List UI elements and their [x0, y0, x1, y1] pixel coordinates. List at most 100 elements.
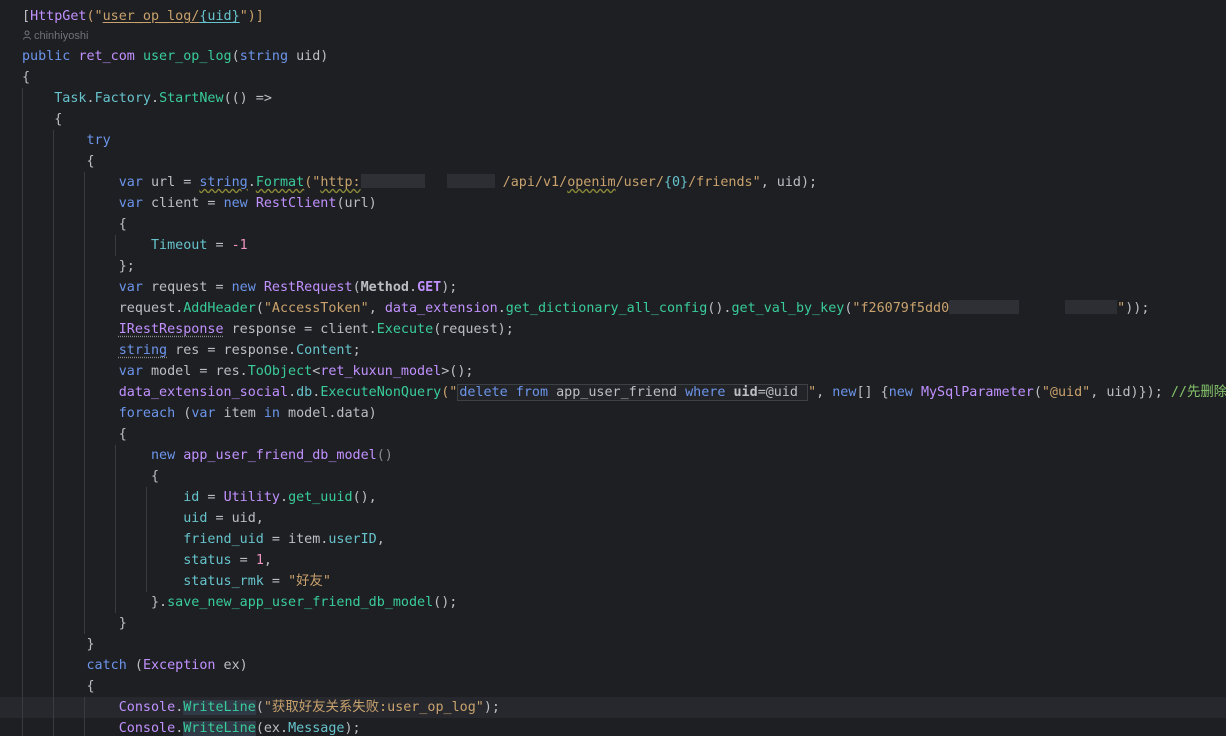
token-class: Task — [54, 91, 87, 106]
token-class: Console — [118, 721, 176, 736]
code-editor[interactable]: [HttpGet("user_op_log/{uid}")] chinhiyos… — [0, 0, 1226, 736]
indent-guide — [84, 172, 85, 193]
code-line-17: var model = res.ToObject<ret_kuxun_model… — [0, 361, 1226, 382]
person-icon — [23, 30, 31, 40]
token-class: data_extension — [384, 301, 498, 316]
indent-guide — [84, 592, 85, 613]
indent-guide — [22, 487, 23, 508]
indent-guide — [22, 109, 23, 130]
token-method: get_dictionary_all_config — [505, 301, 708, 316]
token-comment: //先删除 — [1170, 385, 1226, 400]
indent-guide — [115, 550, 116, 571]
token-string: "获取好友关系失败:user_op_log" — [263, 700, 484, 715]
token: { — [151, 469, 160, 484]
token: ( — [352, 280, 361, 295]
indent-guide — [53, 676, 54, 697]
indent-guide — [53, 151, 54, 172]
token-keyword: new — [231, 280, 256, 295]
token-field: status — [183, 553, 232, 568]
indent-guide — [22, 655, 23, 676]
token: , uid); — [760, 175, 818, 190]
token: . — [409, 280, 418, 295]
token: { — [118, 427, 127, 442]
indent-guide — [53, 613, 54, 634]
token-keyword: new — [223, 196, 248, 211]
indent-guide — [84, 445, 85, 466]
token-class: Utility — [223, 490, 280, 505]
indent-guide — [115, 466, 116, 487]
token-keyword: new — [832, 385, 857, 400]
indent-guide — [146, 550, 147, 571]
token-keyword: catch — [86, 658, 127, 673]
token: { — [86, 154, 95, 169]
token: [ — [22, 9, 31, 24]
indent-guide — [22, 718, 23, 736]
indent-guide — [53, 550, 54, 571]
token-keyword: new — [151, 448, 176, 463]
indent-guide — [22, 130, 23, 151]
indent-guide — [22, 256, 23, 277]
token-class: MySqlParameter — [920, 385, 1034, 400]
indent-guide — [84, 298, 85, 319]
token: { — [22, 70, 31, 85]
token: ); — [441, 280, 458, 295]
indent-guide — [53, 319, 54, 340]
token: res = response. — [167, 343, 297, 358]
code-author-hint[interactable]: chinhiyoshi — [0, 27, 1226, 46]
indent-guide — [22, 214, 23, 235]
token: (ex. — [255, 721, 289, 736]
token-sql-keyword: where — [677, 385, 734, 400]
token: ( — [255, 700, 264, 715]
token-method: AddHeader — [183, 301, 256, 316]
token-field: status_rmk — [183, 574, 264, 589]
indent-guide — [22, 403, 23, 424]
indent-guide — [53, 445, 54, 466]
token: () — [376, 448, 393, 463]
token-string: openim — [567, 175, 616, 190]
token: request = — [142, 280, 232, 295]
token: ); — [483, 700, 500, 715]
indent-guide — [53, 697, 54, 718]
token: , — [816, 385, 833, 400]
code-line-25: friend_uid = item.userID, — [0, 529, 1226, 550]
token: , — [376, 532, 385, 547]
token-class: RestClient — [255, 196, 337, 211]
indent-guide — [53, 235, 54, 256]
token-type: ret_com — [78, 49, 135, 64]
token-keyword: var — [118, 196, 143, 211]
indent-guide — [22, 361, 23, 382]
code-line-13: var request = new RestRequest(Method.GET… — [0, 277, 1226, 298]
token: ( — [1033, 385, 1042, 400]
token-keyword: string — [239, 49, 289, 64]
code-line-3: { — [0, 67, 1226, 88]
token: item — [215, 406, 264, 421]
token: }. — [151, 595, 168, 610]
code-line-12: }; — [0, 256, 1226, 277]
indent-guide — [84, 235, 85, 256]
code-line-33-current: Console.WriteLine("获取好友关系失败:user_op_log"… — [0, 697, 1226, 718]
token-class: app_user_friend_db_model — [175, 448, 377, 463]
code-line-22: { — [0, 466, 1226, 487]
redacted-block — [425, 174, 447, 188]
indent-guide — [115, 571, 116, 592]
indent-guide — [53, 193, 54, 214]
indent-guide — [84, 487, 85, 508]
token-string: http: — [320, 175, 361, 190]
token-class: data_extension_social — [118, 385, 289, 400]
indent-guide — [22, 697, 23, 718]
token: { — [86, 679, 95, 694]
token: = — [263, 574, 289, 589]
token: } — [86, 637, 95, 652]
token-prop: userID — [328, 532, 377, 547]
indent-guide — [22, 277, 23, 298]
token: ( — [255, 301, 264, 316]
token: ex) — [215, 658, 248, 673]
redacted-block — [949, 300, 1020, 314]
token: , — [263, 553, 272, 568]
token-number: 1 — [255, 553, 264, 568]
token: }; — [118, 259, 135, 274]
indent-guide — [22, 676, 23, 697]
token: (); — [433, 595, 458, 610]
author-name: chinhiyoshi — [34, 30, 89, 42]
token-enum: Method — [360, 280, 409, 295]
